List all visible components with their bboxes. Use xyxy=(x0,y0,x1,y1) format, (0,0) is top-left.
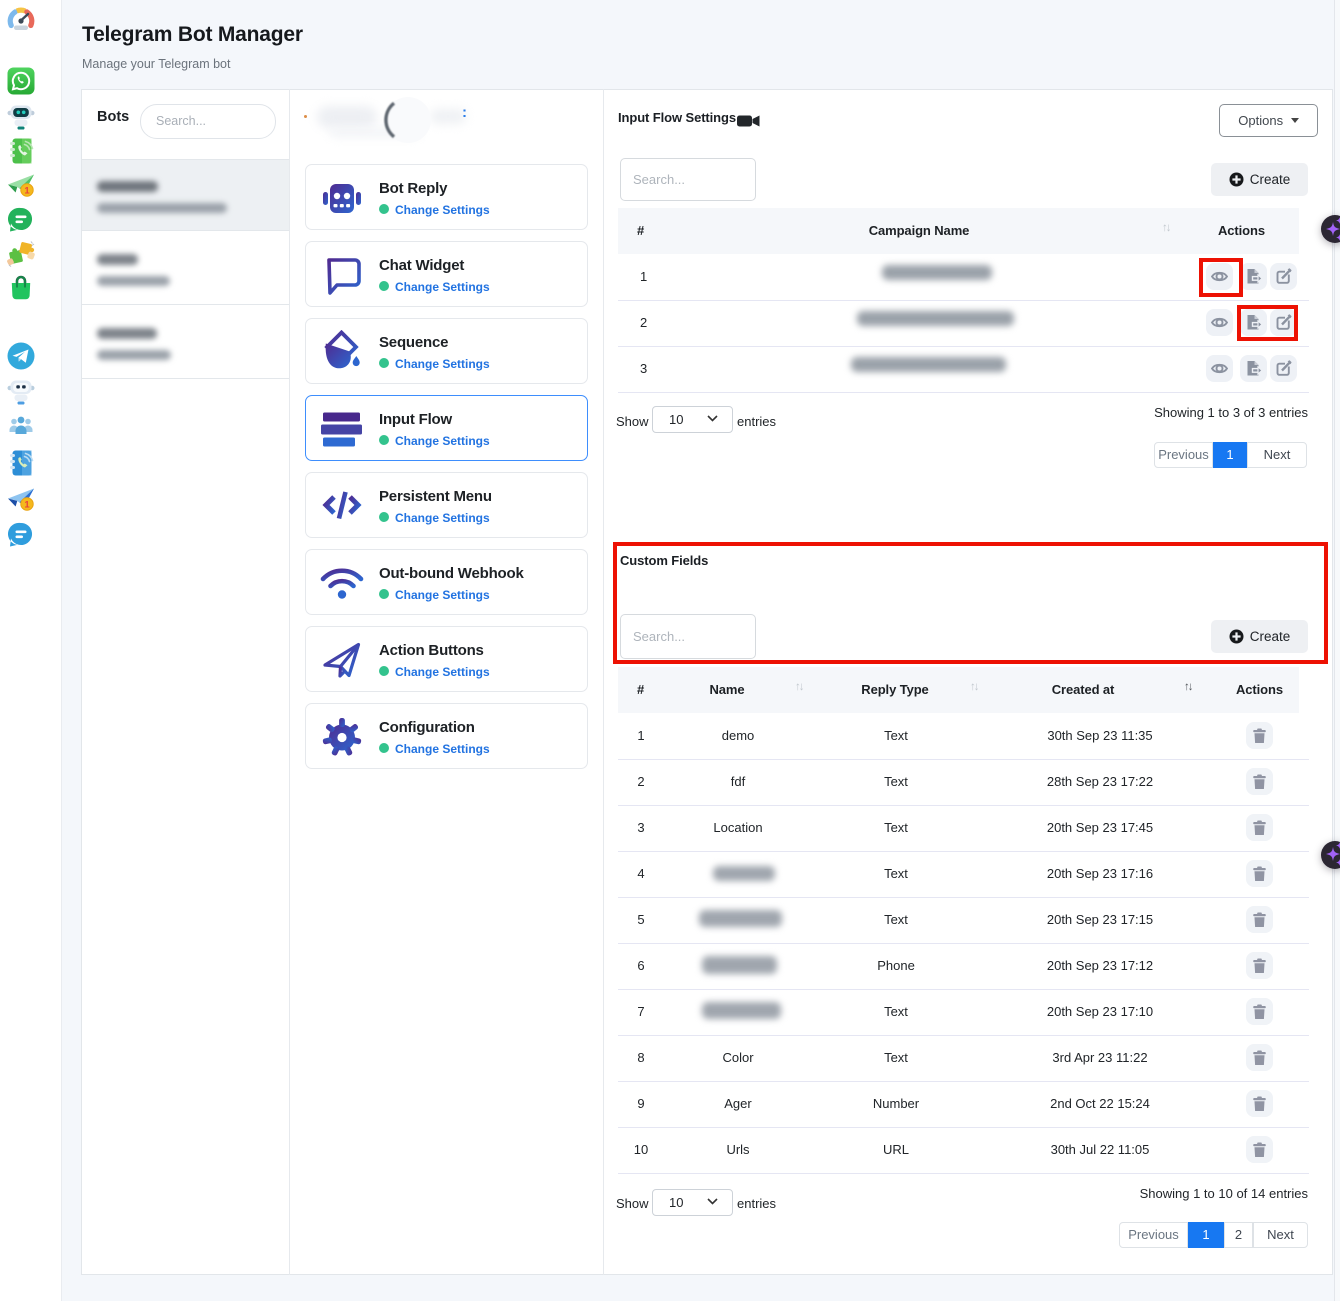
svg-text:1: 1 xyxy=(24,185,30,196)
svg-text:1: 1 xyxy=(24,499,30,510)
